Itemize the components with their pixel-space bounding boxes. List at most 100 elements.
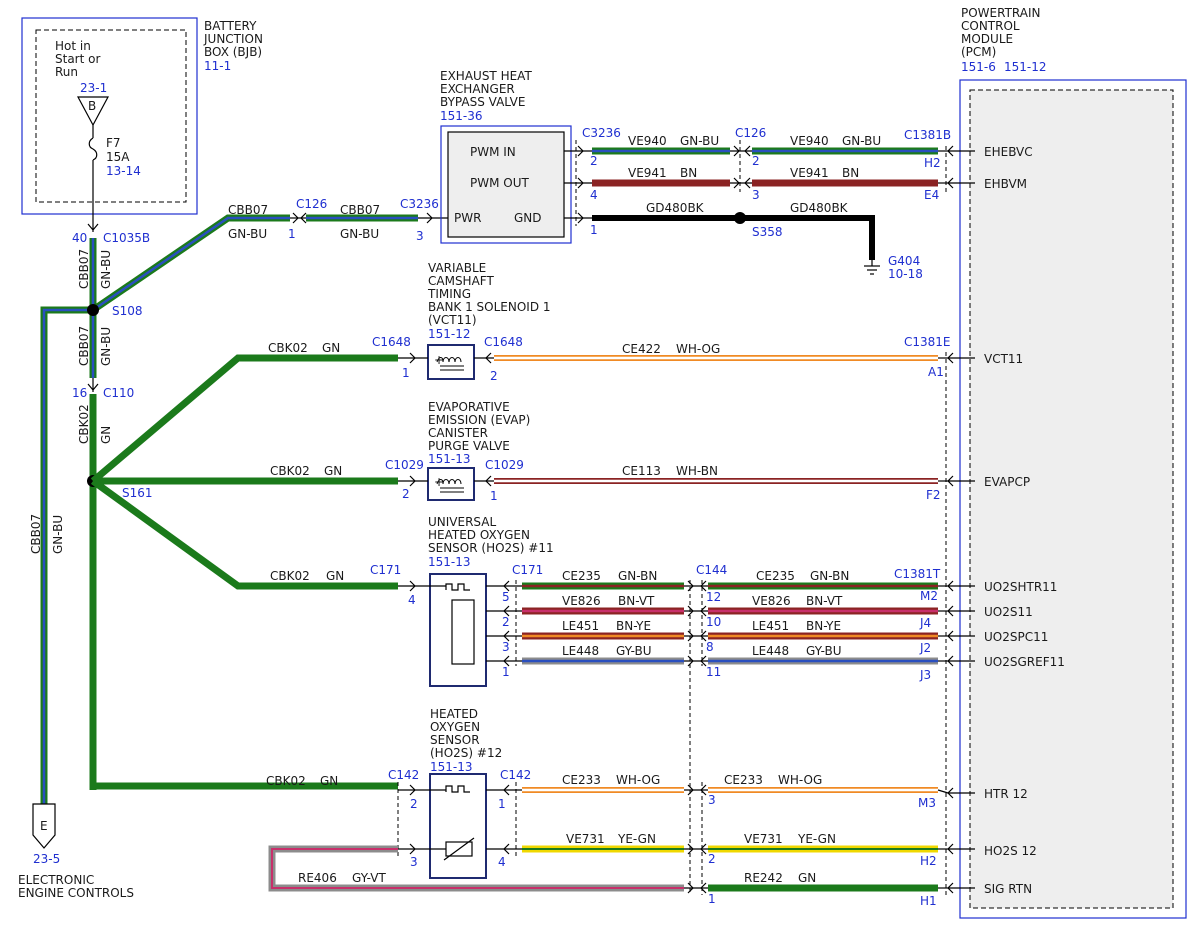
evap-title-4: PURGE VALVE [428,439,510,453]
ehbv-term-pwm-out: PWM OUT [470,176,529,190]
ehbv-title-2: EXCHANGER [440,82,515,96]
c1029-label-a: C1029 [385,458,424,472]
eec-cbb07: CBB07 [29,514,43,554]
ce113-color: WH-BN [676,464,718,478]
ho2s12-title-2: OXYGEN [430,720,480,734]
c1648-pin-b: 2 [490,369,498,383]
c171-pin-pwr: 4 [408,593,416,607]
ho2s11-wires: 5 CE235 GN-BN 12 CE235 GN-BN M2 2 VE826 … [486,569,948,682]
c126-pin-out: 3 [752,188,760,202]
eec-connector: E 23-5 ELECTRONIC ENGINE CONTROLS [18,803,134,900]
c1648-pin-a: 1 [402,366,410,380]
c144-pin-12: 12 [706,590,721,604]
c126-label-b: C126 [735,126,766,140]
ce233-circuit-b: CE233 [724,773,763,787]
trunk-cbk02: CBK02 [77,404,91,444]
pcm-pin-h1: H1 [920,894,937,908]
pcm-pin-m2: M2 [920,589,938,603]
pcm-pin-j3: J3 [919,668,931,682]
pcm-pin-j4: J4 [919,616,931,630]
c144-label: C144 [696,563,727,577]
c1029-pin-b: 1 [490,489,498,503]
c3236-label-a: C3236 [400,197,439,211]
re406-color: GY-VT [352,871,386,885]
ho2s12-gn: GN [320,774,338,788]
pcm-title-4: (PCM) [961,45,996,59]
pcm-pin-uo2shtr11: UO2SHTR11 [984,580,1057,594]
ve941-color-a: BN [680,166,697,180]
bjb-title-1: BATTERY [204,19,257,33]
pcm-pin-sigrtn: SIG RTN [984,882,1032,896]
pcm-pin-j2: J2 [919,641,931,655]
ve731-color-a: YE-GN [617,832,656,846]
ce422-circuit: CE422 [622,342,661,356]
vct-title-4: BANK 1 SOLENOID 1 [428,300,551,314]
pcm-pin-ehbvm: EHBVM [984,177,1027,191]
ho2s11-gn: GN [326,569,344,583]
evap-title-2: EMISSION (EVAP) [428,413,530,427]
c1381t-label: C1381T [894,567,941,581]
trunk-cbb07-b: CBB07 [77,326,91,366]
vct-title-5: (VCT11) [428,313,477,327]
c126-pin-a: 1 [288,227,296,241]
c3236-pin-out: 4 [590,188,598,202]
ve941-color-b: BN [842,166,859,180]
vct-title-2: CAMSHAFT [428,274,494,288]
ho2s12-ref: 151-13 [430,760,473,774]
ho2s11-cbk02: CBK02 [270,569,310,583]
c142-pin-3: 3 [410,855,418,869]
c142-pin-4: 4 [498,855,506,869]
c171-label-a: C171 [370,563,401,577]
splice-s358-icon [734,212,746,224]
bjb-ref: 11-1 [204,59,231,73]
evap-title-1: EVAPORATIVE [428,400,510,414]
trunk-cbb07-a: CBB07 [77,249,91,289]
c1029-pin-a: 2 [402,487,410,501]
ho2s12-cbk02: CBK02 [266,774,306,788]
ho2s11-title-1: UNIVERSAL [428,515,496,529]
le448-color-b: GY-BU [806,644,842,658]
ehbv-term-gnd: GND [514,211,542,225]
vct-plus-icon: + [434,353,444,367]
eec-gnbu: GN-BU [51,515,65,554]
c3236-label-b: C3236 [582,126,621,140]
ehbv-title-3: BYPASS VALVE [440,95,525,109]
cbb07-right-color: GN-BU [340,227,379,241]
pcm-ref-2: 151-12 [1004,60,1047,74]
trunk-gnbu-b: GN-BU [99,327,113,366]
eec-ref: 23-5 [33,852,60,866]
ehbv-title-1: EXHAUST HEAT [440,69,532,83]
right-pin-1: 1 [708,892,716,906]
evap-title-3: CANISTER [428,426,488,440]
re242-circuit: RE242 [744,871,783,885]
ve940-color-b: GN-BU [842,134,881,148]
hot-line-3: Run [55,65,78,79]
le451-color-a: BN-YE [616,619,651,633]
ground-name: G404 [888,254,920,268]
pcm-module: POWERTRAIN CONTROL MODULE (PCM) 151-6 15… [945,6,1187,919]
ce235-circuit-b: CE235 [756,569,795,583]
c1648-label-b: C1648 [484,335,523,349]
ehbv-ref: 151-36 [440,109,483,123]
c144-pin-8: 8 [706,640,714,654]
c171-label-b: C171 [512,563,543,577]
c3236-pin-in: 2 [590,154,598,168]
pcm-pin-uo2s11: UO2S11 [984,605,1033,619]
pcm-pin-a1: A1 [928,365,944,379]
ve940-color-a: GN-BU [680,134,719,148]
wire-ve941: 4 VE941 BN 3 VE941 BN E4 [564,166,948,202]
pcm-pin-htr12: HTR 12 [984,787,1028,801]
ve940-circuit-a: VE940 [628,134,667,148]
pcm-pin-ehebvc: EHEBVC [984,145,1033,159]
pcm-pin-uo2spc11: UO2SPC11 [984,630,1048,644]
ehbv-term-pwr: PWR [454,211,481,225]
pcm-pin-uo2sgref11: UO2SGREF11 [984,655,1065,669]
bjb-title-3: BOX (BJB) [204,45,262,59]
pcm-pin-h2: H2 [924,156,941,170]
pcm-pin-vct11: VCT11 [984,352,1023,366]
c171-pin-2: 2 [502,615,510,629]
c171-pin-1: 1 [502,665,510,679]
eec-title-1: ELECTRONIC [18,873,94,887]
hot-line-1: Hot in [55,39,91,53]
ground-ref: 10-18 [888,267,923,281]
